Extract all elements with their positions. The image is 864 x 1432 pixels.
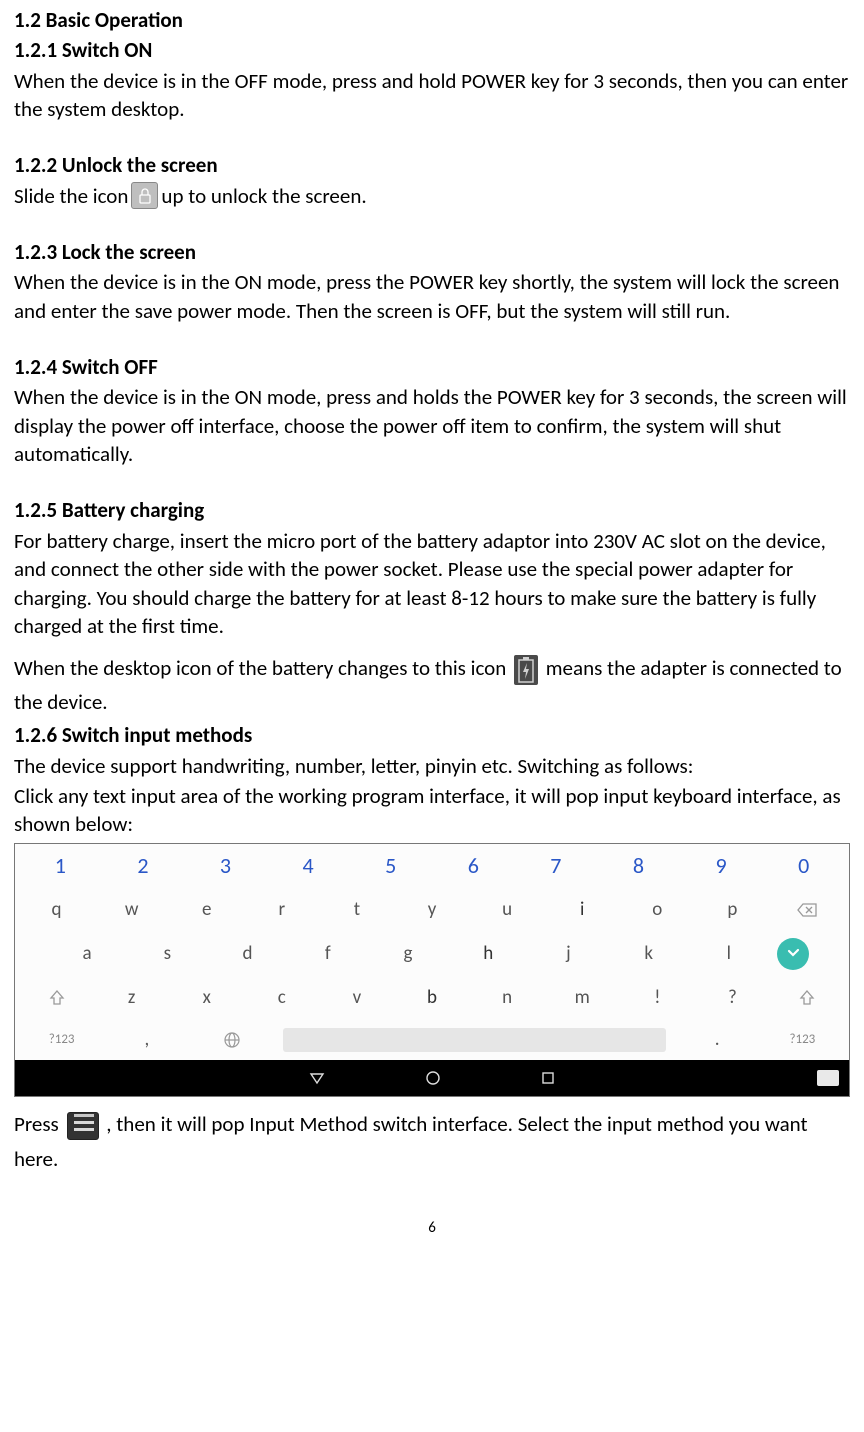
key-comma[interactable]: , [104,1027,189,1053]
para-press: Press , then it will pop Input Method sw… [14,1107,850,1178]
key-a[interactable]: a [47,941,127,967]
keyboard-screenshot: 1 2 3 4 5 6 7 8 9 0 q w e r t y u i o p [14,843,850,1097]
key-t[interactable]: t [319,897,394,923]
key-5[interactable]: 5 [349,851,432,881]
heading-1-2-6: 1.2.6 Switch input methods [14,721,850,749]
key-sym-left[interactable]: ?123 [19,1031,104,1049]
heading-1-2-4: 1.2.4 Switch OFF [14,353,850,381]
keyboard-number-row: 1 2 3 4 5 6 7 8 9 0 [19,844,845,888]
key-x[interactable]: x [169,985,244,1011]
text-unlock-pre: Slide the icon [14,182,128,210]
key-q[interactable]: q [19,897,94,923]
key-6[interactable]: 6 [432,851,515,881]
key-exclaim[interactable]: ! [620,985,695,1011]
heading-1-2-3: 1.2.3 Lock the screen [14,238,850,266]
globe-icon[interactable] [190,1031,275,1049]
para-charging-1: For battery charge, insert the micro por… [14,527,850,640]
key-o[interactable]: o [620,897,695,923]
input-switch-icon [67,1112,99,1140]
keyboard-row-1: q w e r t y u i o p [19,888,845,932]
para-switch-off: When the device is in the ON mode, press… [14,383,850,468]
key-u[interactable]: u [470,897,545,923]
page-number: 6 [14,1218,850,1238]
key-f[interactable]: f [288,941,368,967]
shift-left-icon[interactable] [19,989,94,1007]
text-press-post: , then it will pop Input Method switch i… [14,1111,808,1173]
key-v[interactable]: v [319,985,394,1011]
key-period[interactable]: . [674,1027,759,1053]
heading-1-2-2: 1.2.2 Unlock the screen [14,151,850,179]
key-w[interactable]: w [94,897,169,923]
key-3[interactable]: 3 [184,851,267,881]
key-j[interactable]: j [528,941,608,967]
heading-1-2-1: 1.2.1 Switch ON [14,36,850,64]
key-y[interactable]: y [394,897,469,923]
para-input-2: Click any text input area of the working… [14,782,850,839]
para-lock: When the device is in the ON mode, press… [14,268,850,325]
nav-recent-icon[interactable] [541,1071,555,1085]
key-s[interactable]: s [127,941,207,967]
battery-charging-icon [514,655,538,685]
key-0[interactable]: 0 [762,851,845,881]
key-k[interactable]: k [609,941,689,967]
key-1[interactable]: 1 [19,851,102,881]
para-switch-on: When the device is in the OFF mode, pres… [14,67,850,124]
key-d[interactable]: d [207,941,287,967]
nav-back-icon[interactable] [309,1070,325,1086]
key-8[interactable]: 8 [597,851,680,881]
key-sym-right[interactable]: ?123 [760,1031,845,1049]
heading-1-2: 1.2 Basic Operation [14,6,850,34]
key-z[interactable]: z [94,985,169,1011]
lock-icon [131,182,158,209]
enter-key-icon[interactable] [777,938,809,970]
keyboard-row-4: ?123 , . ?123 [19,1020,845,1060]
para-charging-2: When the desktop icon of the battery cha… [14,652,850,719]
key-h[interactable]: h [448,941,528,967]
key-4[interactable]: 4 [267,851,350,881]
key-9[interactable]: 9 [680,851,763,881]
keyboard-row-3: z x c v b n m ! ? [19,976,845,1020]
key-e[interactable]: e [169,897,244,923]
key-2[interactable]: 2 [102,851,185,881]
key-g[interactable]: g [368,941,448,967]
spacebar-key[interactable] [283,1028,667,1052]
key-p[interactable]: p [695,897,770,923]
nav-home-icon[interactable] [425,1070,441,1086]
keyboard-row-2: a s d f g h j k l [19,932,845,976]
keyboard-toggle-icon[interactable] [817,1070,839,1086]
key-c[interactable]: c [244,985,319,1011]
text-unlock-post: up to unlock the screen. [161,182,366,210]
key-r[interactable]: r [244,897,319,923]
heading-1-2-5: 1.2.5 Battery charging [14,496,850,524]
para-unlock: Slide the icon up to unlock the screen. [14,182,850,210]
nav-bar [15,1060,849,1096]
para-input-1: The device support handwriting, number, … [14,752,850,780]
shift-right-icon[interactable] [770,989,845,1007]
key-m[interactable]: m [545,985,620,1011]
key-question[interactable]: ? [695,985,770,1011]
text-charging-pre: When the desktop icon of the battery cha… [14,655,511,681]
key-b[interactable]: b [394,985,469,1011]
key-i[interactable]: i [545,897,620,923]
backspace-icon[interactable] [770,902,845,918]
key-7[interactable]: 7 [515,851,598,881]
text-press-pre: Press [14,1111,59,1137]
key-l[interactable]: l [689,941,769,967]
key-n[interactable]: n [470,985,545,1011]
